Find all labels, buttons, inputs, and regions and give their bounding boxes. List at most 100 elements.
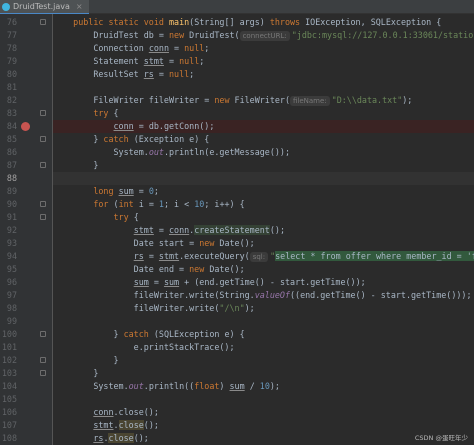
gutter-line[interactable]: 103 — [0, 367, 52, 380]
code-line[interactable]: } — [53, 367, 474, 380]
java-class-icon — [2, 2, 10, 11]
code-line[interactable]: } — [53, 354, 474, 367]
code-line[interactable]: sum = sum + (end.getTime() - start.getTi… — [53, 276, 474, 289]
gutter-line[interactable]: 107 — [0, 419, 52, 432]
code-line[interactable]: try { — [53, 211, 474, 224]
gutter-line[interactable]: 77 — [0, 29, 52, 42]
gutter-line[interactable]: 92 — [0, 224, 52, 237]
gutter-line[interactable]: 94 — [0, 250, 52, 263]
code-token: 10 — [194, 199, 205, 209]
gutter-line[interactable]: 89 — [0, 185, 52, 198]
gutter-line[interactable]: 76 — [0, 16, 52, 29]
gutter-line[interactable]: 101 — [0, 341, 52, 354]
fold-marker-icon[interactable] — [40, 19, 46, 25]
gutter-line[interactable]: 80 — [0, 68, 52, 81]
line-number: 86 — [6, 147, 17, 157]
gutter-line[interactable]: 82 — [0, 94, 52, 107]
code-line[interactable]: rs = stmt.executeQuery(sql: "select * fro… — [53, 250, 474, 263]
code-line[interactable] — [53, 315, 474, 328]
code-line[interactable]: conn = db.getConn(); — [53, 120, 474, 133]
code-editor[interactable]: public static void main(String[] args) t… — [53, 14, 474, 445]
line-number: 108 — [1, 433, 17, 443]
line-number-gutter[interactable]: 76 77 78 79 80 81 82 83 84 85 86 87 88 89 90 91 92 93 94 95… — [0, 14, 53, 445]
code-line[interactable]: public static void main(String[] args) t… — [53, 16, 474, 29]
gutter-line[interactable]: 81 — [0, 81, 52, 94]
fold-marker-icon[interactable] — [40, 331, 46, 337]
code-line[interactable]: DruidTest db = new DruidTest(connectURL:… — [53, 29, 474, 42]
line-number: 95 — [6, 264, 17, 274]
code-line[interactable]: e.printStackTrace(); — [53, 341, 474, 354]
code-line[interactable]: long sum = 0; — [53, 185, 474, 198]
code-line[interactable] — [53, 81, 474, 94]
gutter-line[interactable]: 95 — [0, 263, 52, 276]
gutter-line[interactable]: 100 — [0, 328, 52, 341]
code-token: new — [189, 264, 210, 274]
code-token: (); — [133, 433, 149, 443]
code-token: select * from offer where member_id = 'f… — [275, 251, 474, 261]
gutter-line[interactable]: 104 — [0, 380, 52, 393]
code-token: IOException, SQLException { — [305, 17, 442, 27]
fold-marker-icon[interactable] — [40, 357, 46, 363]
gutter-line[interactable]: 85 — [0, 133, 52, 146]
gutter-line[interactable]: 93 — [0, 237, 52, 250]
fold-marker-icon[interactable] — [40, 136, 46, 142]
line-number: 81 — [6, 82, 17, 92]
gutter-line[interactable]: 86 — [0, 146, 52, 159]
code-line[interactable]: } — [53, 159, 474, 172]
gutter-line[interactable]: 83 — [0, 107, 52, 120]
code-line[interactable]: for (int i = 1; i < 10; i++) { — [53, 198, 474, 211]
gutter-line[interactable]: 91 — [0, 211, 52, 224]
fold-marker-icon[interactable] — [40, 110, 46, 116]
code-token: catch — [103, 134, 134, 144]
gutter-line[interactable]: 87 — [0, 159, 52, 172]
code-line[interactable]: } catch (Exception e) { — [53, 133, 474, 146]
gutter-line[interactable]: 90 — [0, 198, 52, 211]
code-line[interactable]: fileWriter.write("/\n"); — [53, 302, 474, 315]
gutter-line[interactable]: 88 — [0, 172, 52, 185]
breakpoint-icon[interactable] — [21, 122, 30, 131]
code-line[interactable]: System.out.println(e.getMessage()); — [53, 146, 474, 159]
fold-marker-icon[interactable] — [40, 214, 46, 220]
fold-marker-icon[interactable] — [40, 201, 46, 207]
code-line[interactable]: try { — [53, 107, 474, 120]
tab-title: DruidTest.java — [13, 2, 70, 11]
code-token: = — [153, 225, 169, 235]
tab-druidtest-java[interactable]: DruidTest.java × — [0, 0, 89, 15]
line-number: 89 — [6, 186, 17, 196]
code-token: ResultSet — [53, 69, 144, 79]
code-line[interactable]: stmt.close(); — [53, 419, 474, 432]
code-line[interactable]: FileWriter fileWriter = new FileWriter(f… — [53, 94, 474, 107]
gutter-line[interactable]: 102 — [0, 354, 52, 367]
gutter-line[interactable]: 84 — [0, 120, 52, 133]
code-line[interactable]: } catch (SQLException e) { — [53, 328, 474, 341]
code-token: = — [133, 186, 149, 196]
code-line[interactable]: System.out.println((float) sum / 10); — [53, 380, 474, 393]
gutter-line[interactable]: 97 — [0, 289, 52, 302]
gutter-line[interactable]: 79 — [0, 55, 52, 68]
gutter-line[interactable]: 106 — [0, 406, 52, 419]
gutter-line[interactable]: 105 — [0, 393, 52, 406]
code-line[interactable]: Statement stmt = null; — [53, 55, 474, 68]
code-line[interactable]: rs.close(); — [53, 432, 474, 445]
code-line[interactable] — [53, 172, 474, 185]
code-line[interactable]: stmt = conn.createStatement(); — [53, 224, 474, 237]
gutter-line[interactable]: 108 — [0, 432, 52, 445]
code-token: . — [113, 420, 119, 430]
code-line[interactable]: Date start = new Date(); — [53, 237, 474, 250]
code-line[interactable]: ResultSet rs = null; — [53, 68, 474, 81]
gutter-line[interactable]: 98 — [0, 302, 52, 315]
code-line[interactable]: fileWriter.write(String.valueOf((end.get… — [53, 289, 474, 302]
code-token: "D:\\data.txt" — [331, 95, 403, 105]
code-line[interactable]: Date end = new Date(); — [53, 263, 474, 276]
code-line[interactable] — [53, 393, 474, 406]
gutter-line[interactable]: 78 — [0, 42, 52, 55]
gutter-line[interactable]: 99 — [0, 315, 52, 328]
code-line[interactable]: Connection conn = null; — [53, 42, 474, 55]
fold-marker-icon[interactable] — [40, 162, 46, 168]
gutter-line[interactable]: 96 — [0, 276, 52, 289]
close-tab-icon[interactable]: × — [76, 2, 83, 11]
fold-marker-icon[interactable] — [40, 370, 46, 376]
code-line[interactable]: conn.close(); — [53, 406, 474, 419]
